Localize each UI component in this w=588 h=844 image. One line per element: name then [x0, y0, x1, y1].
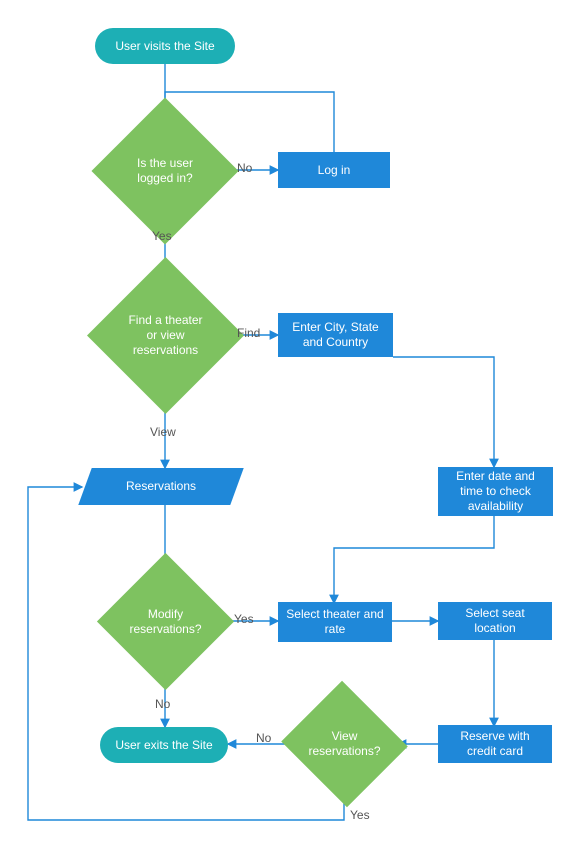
- edge-label-yes-1: Yes: [152, 229, 172, 243]
- node-modify-label: Modify reservations?: [117, 573, 214, 670]
- edge-label-view: View: [150, 425, 176, 439]
- node-reservations-label: Reservations: [126, 479, 196, 494]
- node-logged-in-decision: Is the user logged in?: [113, 119, 217, 223]
- node-reservations: Reservations: [78, 468, 243, 505]
- edge-label-yes-2: Yes: [234, 612, 254, 626]
- node-find-view-decision: Find a theater or view reservations: [110, 280, 221, 391]
- node-enter-city: Enter City, State and Country: [278, 313, 393, 357]
- node-start: User visits the Site: [95, 28, 235, 64]
- edge-label-find: Find: [237, 326, 260, 340]
- node-logged-in-label: Is the user logged in?: [113, 119, 217, 223]
- node-modify-decision: Modify reservations?: [117, 573, 214, 670]
- node-view-res-decision: View reservations?: [298, 701, 391, 787]
- node-find-view-label: Find a theater or view reservations: [110, 280, 221, 391]
- node-reserve-card: Reserve with credit card: [438, 725, 552, 763]
- node-login: Log in: [278, 152, 390, 188]
- node-view-res-label: View reservations?: [298, 701, 391, 787]
- edge-label-no-3: No: [256, 731, 271, 745]
- node-exit: User exits the Site: [100, 727, 228, 763]
- node-enter-date: Enter date and time to check availabilit…: [438, 467, 553, 516]
- node-select-theater: Select theater and rate: [278, 602, 392, 642]
- edge-label-no-1: No: [237, 161, 252, 175]
- edge-label-no-2: No: [155, 697, 170, 711]
- edge-label-yes-3: Yes: [350, 808, 370, 822]
- node-select-seat: Select seat location: [438, 602, 552, 640]
